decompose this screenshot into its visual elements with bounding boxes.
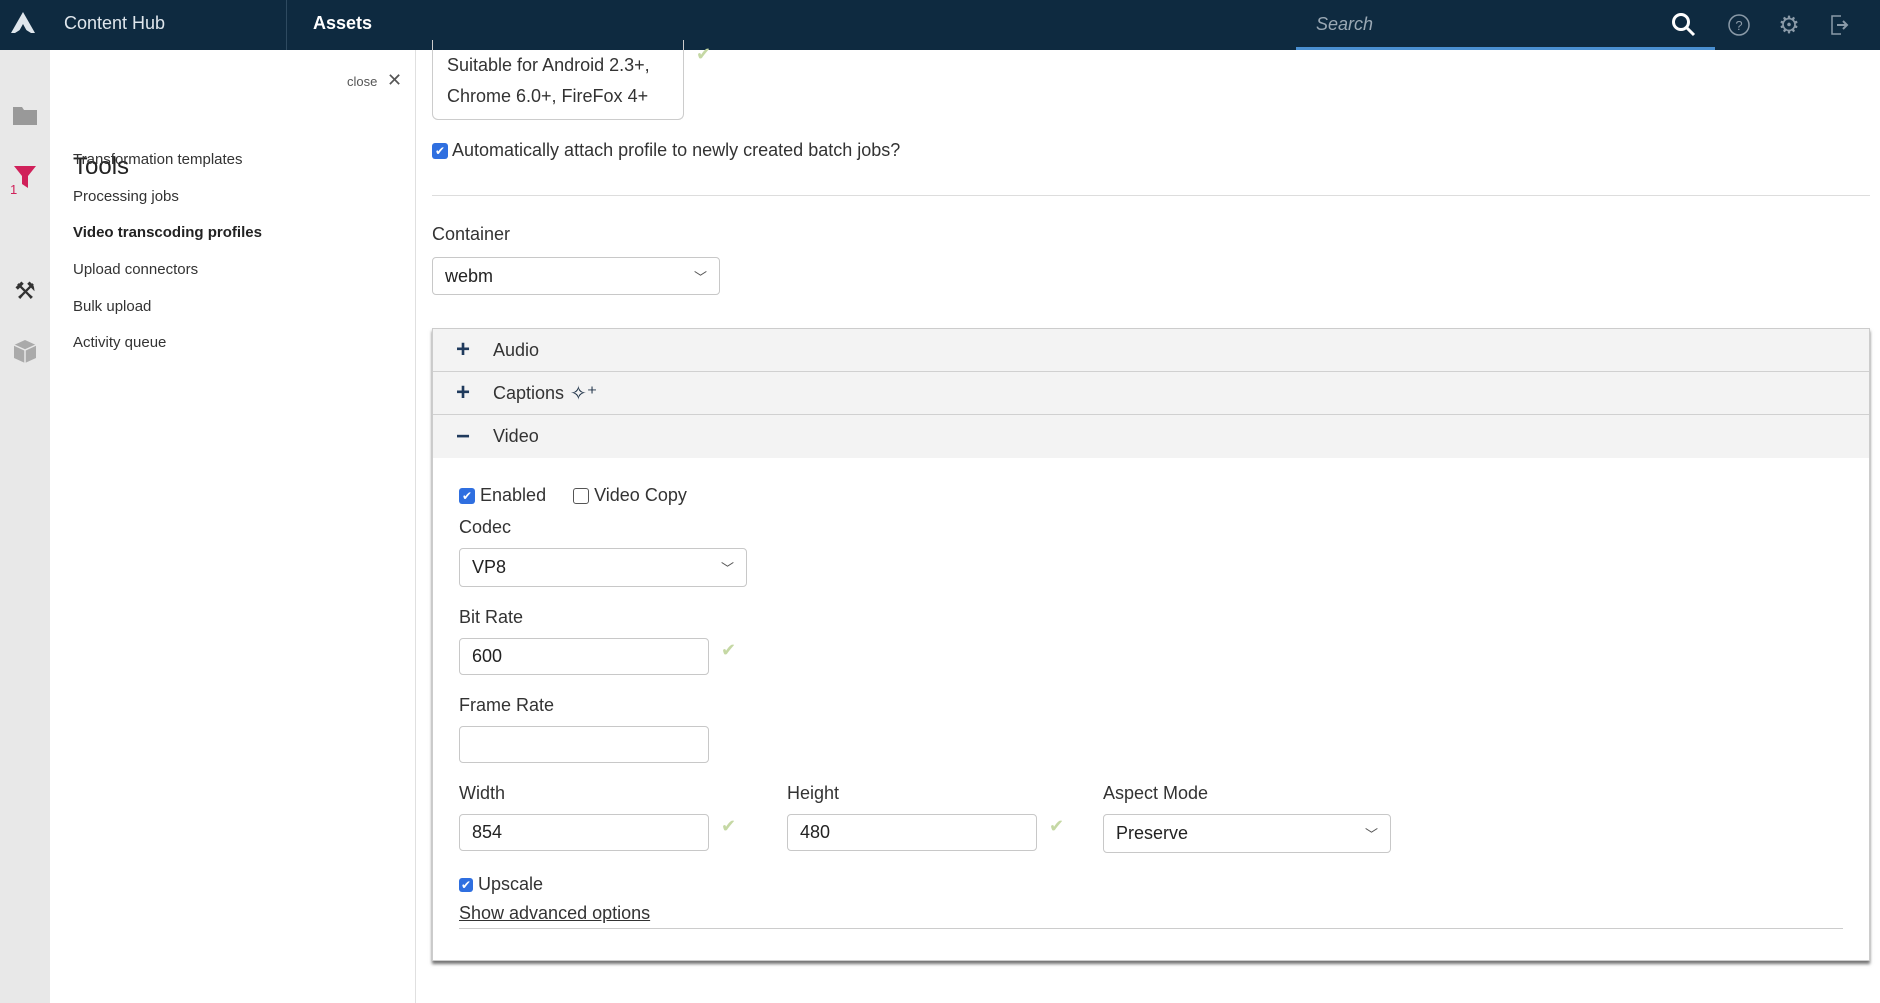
close-icon[interactable]: ✕ bbox=[387, 70, 402, 91]
width-input[interactable]: 854 bbox=[459, 814, 709, 851]
auto-attach-label: Automatically attach profile to newly cr… bbox=[452, 140, 901, 160]
svg-text:?: ? bbox=[1735, 18, 1742, 33]
container-value: webm bbox=[445, 265, 494, 286]
menu-item-bulk-upload[interactable]: Bulk upload bbox=[73, 298, 151, 315]
section-video[interactable]: − Video bbox=[433, 415, 1869, 458]
app-title: Content Hub bbox=[64, 13, 166, 33]
chevron-down-icon: ﹀ bbox=[720, 561, 734, 576]
valid-check-icon: ✔ bbox=[1049, 816, 1065, 836]
codec-value: VP8 bbox=[472, 557, 507, 577]
upscale-row: ✔ Upscale bbox=[459, 874, 543, 895]
settings-accordion: + Audio + Captions ✧⁺ − Video ✔ Enabled Vide… bbox=[432, 328, 1870, 961]
icon-rail: 1 ⚒ bbox=[0, 50, 50, 1003]
aspect-mode-label: Aspect Mode bbox=[1103, 783, 1209, 803]
section-label: Captions bbox=[493, 382, 565, 403]
bitrate-label: Bit Rate bbox=[459, 607, 524, 627]
logout-icon[interactable] bbox=[1824, 10, 1854, 40]
valid-check-icon: ✔ bbox=[721, 816, 737, 836]
container-select[interactable]: webm ﹀ bbox=[432, 257, 720, 295]
chevron-down-icon: ﹀ bbox=[693, 269, 707, 285]
framerate-input[interactable] bbox=[459, 726, 709, 763]
valid-check-icon: ✔ bbox=[696, 44, 712, 64]
search-icon[interactable] bbox=[1671, 12, 1697, 43]
menu-item-transformation-templates[interactable]: Transformation templates bbox=[73, 151, 243, 168]
enabled-checkbox[interactable]: ✔ bbox=[459, 488, 475, 505]
minus-icon: − bbox=[455, 422, 470, 450]
enabled-row: ✔ Enabled Video Copy bbox=[459, 485, 687, 506]
section-audio[interactable]: + Audio bbox=[433, 329, 1869, 372]
divider bbox=[459, 928, 1843, 929]
box-icon[interactable] bbox=[10, 336, 40, 366]
width-label: Width bbox=[459, 783, 506, 803]
video-copy-checkbox[interactable] bbox=[573, 488, 590, 505]
section-label: Audio bbox=[493, 339, 540, 360]
plus-icon: + bbox=[455, 379, 470, 406]
logo-icon[interactable] bbox=[10, 11, 36, 40]
show-advanced-options-link[interactable]: Show advanced options bbox=[459, 903, 650, 924]
menu-item-processing-jobs[interactable]: Processing jobs bbox=[73, 188, 179, 205]
section-title[interactable]: Assets bbox=[313, 13, 372, 34]
tools-panel: close ✕ Tools Transformation templates P… bbox=[50, 50, 416, 1003]
auto-attach-checkbox[interactable]: ✔ bbox=[432, 143, 448, 160]
description-textarea[interactable]: Suitable for Android 2.3+, Chrome 6.0+, … bbox=[432, 40, 684, 120]
close-button[interactable]: close bbox=[347, 74, 377, 89]
section-label: Video bbox=[493, 426, 539, 446]
enabled-label: Enabled bbox=[480, 485, 547, 505]
top-bar: Content Hub Assets ? ⚙ bbox=[0, 0, 1880, 50]
container-label: Container bbox=[432, 224, 511, 244]
help-icon[interactable]: ? bbox=[1724, 10, 1754, 40]
folder-icon[interactable] bbox=[10, 100, 40, 130]
sparkle-icon: ✧⁺ bbox=[570, 382, 598, 405]
valid-check-icon: ✔ bbox=[721, 640, 737, 660]
codec-select[interactable]: VP8 ﹀ bbox=[459, 548, 747, 587]
upscale-checkbox[interactable]: ✔ bbox=[459, 878, 473, 893]
framerate-label: Frame Rate bbox=[459, 695, 555, 715]
search-box bbox=[1296, 0, 1715, 50]
menu-item-video-transcoding-profiles[interactable]: Video transcoding profiles bbox=[73, 224, 262, 241]
height-input[interactable]: 480 bbox=[787, 814, 1037, 851]
section-captions[interactable]: + Captions ✧⁺ bbox=[433, 372, 1869, 415]
gear-icon[interactable]: ⚙ bbox=[1774, 10, 1804, 40]
menu-item-upload-connectors[interactable]: Upload connectors bbox=[73, 261, 198, 278]
menu-item-activity-queue[interactable]: Activity queue bbox=[73, 334, 166, 351]
tools-icon[interactable]: ⚒ bbox=[10, 276, 40, 306]
plus-icon: + bbox=[455, 336, 470, 363]
filter-count-badge: 1 bbox=[10, 182, 18, 197]
upscale-label: Upscale bbox=[478, 874, 544, 894]
height-label: Height bbox=[787, 783, 840, 803]
search-input[interactable] bbox=[1316, 10, 1646, 38]
chevron-down-icon: ﹀ bbox=[1364, 827, 1378, 842]
divider bbox=[432, 195, 1870, 196]
divider bbox=[286, 0, 287, 50]
bitrate-input[interactable]: 600 bbox=[459, 638, 709, 675]
video-copy-label: Video Copy bbox=[594, 485, 687, 505]
aspect-mode-select[interactable]: Preserve ﹀ bbox=[1103, 814, 1391, 853]
codec-label: Codec bbox=[459, 517, 512, 537]
auto-attach-row: ✔ Automatically attach profile to newly … bbox=[432, 140, 900, 161]
aspect-mode-value: Preserve bbox=[1116, 823, 1189, 843]
